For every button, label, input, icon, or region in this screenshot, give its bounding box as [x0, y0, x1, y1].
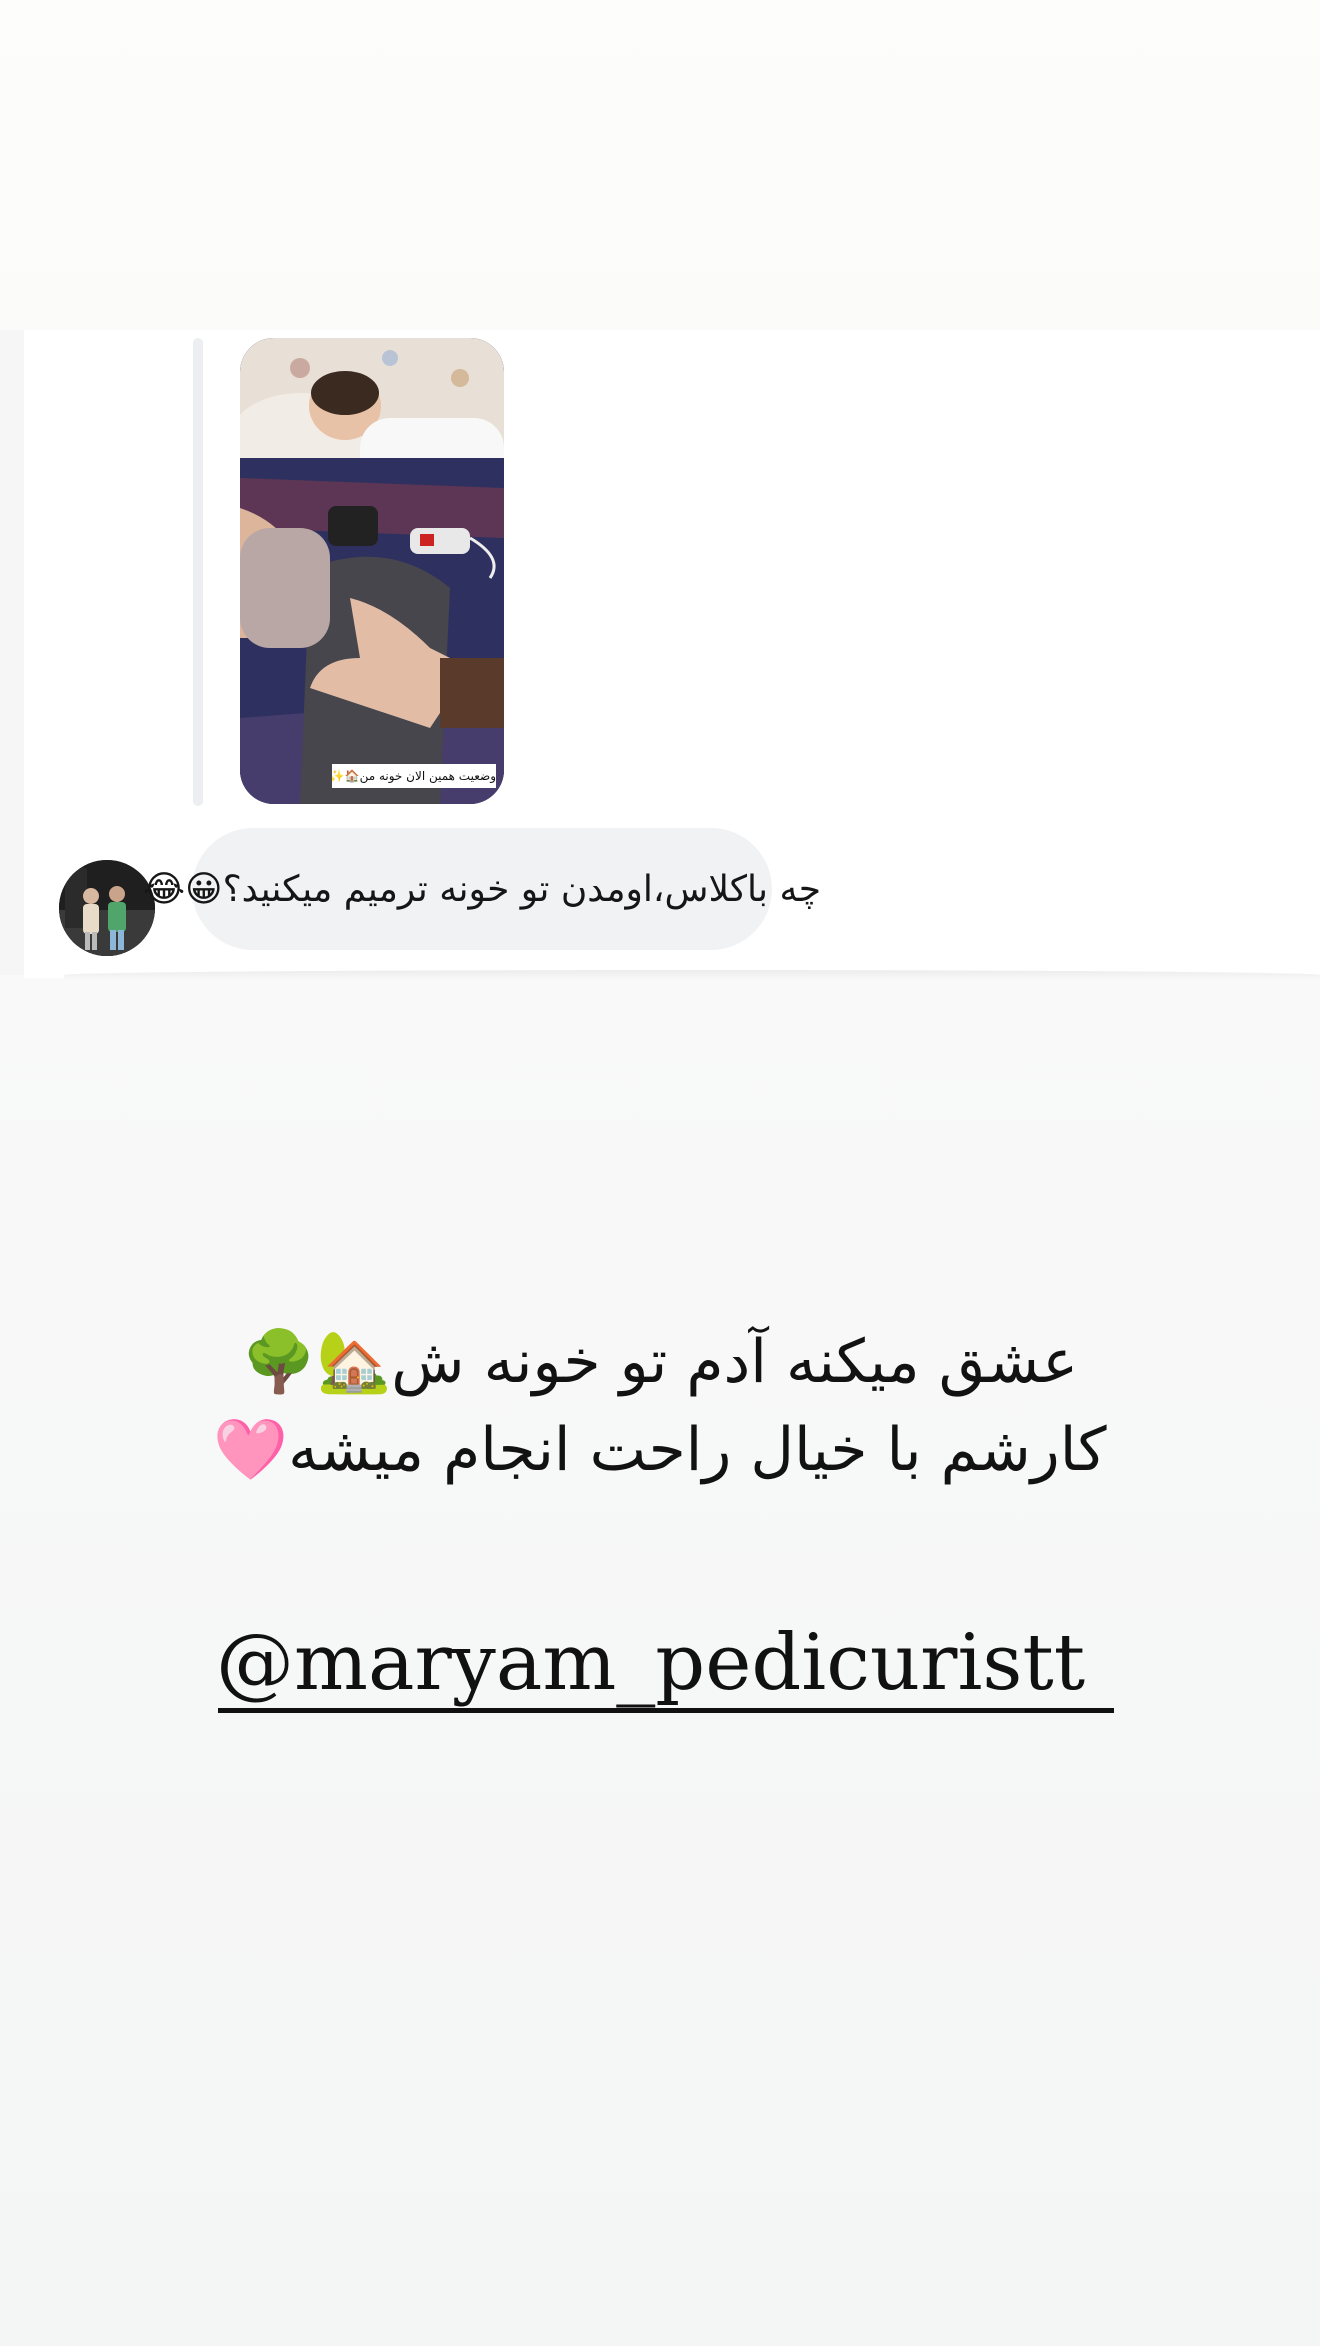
replied-story-thumbnail[interactable]: وضعیت همین الان خونه من🏠✨	[240, 338, 504, 804]
message-bubble[interactable]: چه باکلاس،اومدن تو خونه ترمیم میکنید؟😀😂	[143, 828, 821, 950]
story-line-1: عشق میکنه آدم تو خونه ش🏡🌳	[241, 1327, 1079, 1397]
story-caption-text: عشق میکنه آدم تو خونه ش🏡🌳 کارشم با خیال …	[60, 1318, 1260, 1494]
mention-link[interactable]: @maryam_pedicuristt	[216, 1620, 1116, 1715]
message-text: چه باکلاس،اومدن تو خونه ترمیم میکنید؟😀😂	[142, 868, 822, 910]
avatar-image	[59, 860, 155, 956]
story-line-2: کارشم با خیال راحت انجام میشه🩷	[213, 1415, 1107, 1485]
dm-reply-screenshot: وضعیت همین الان خونه من🏠✨ چه باکلاس،اومد…	[24, 330, 1320, 980]
reply-indicator-bar	[193, 338, 203, 806]
story-thumbnail-image	[240, 338, 504, 804]
avatar[interactable]	[59, 860, 155, 956]
mention-underline	[218, 1708, 1114, 1713]
story-caption: وضعیت همین الان خونه من🏠✨	[332, 764, 496, 788]
story-background-top	[0, 0, 1320, 330]
card-edge-shadow	[64, 970, 1320, 980]
